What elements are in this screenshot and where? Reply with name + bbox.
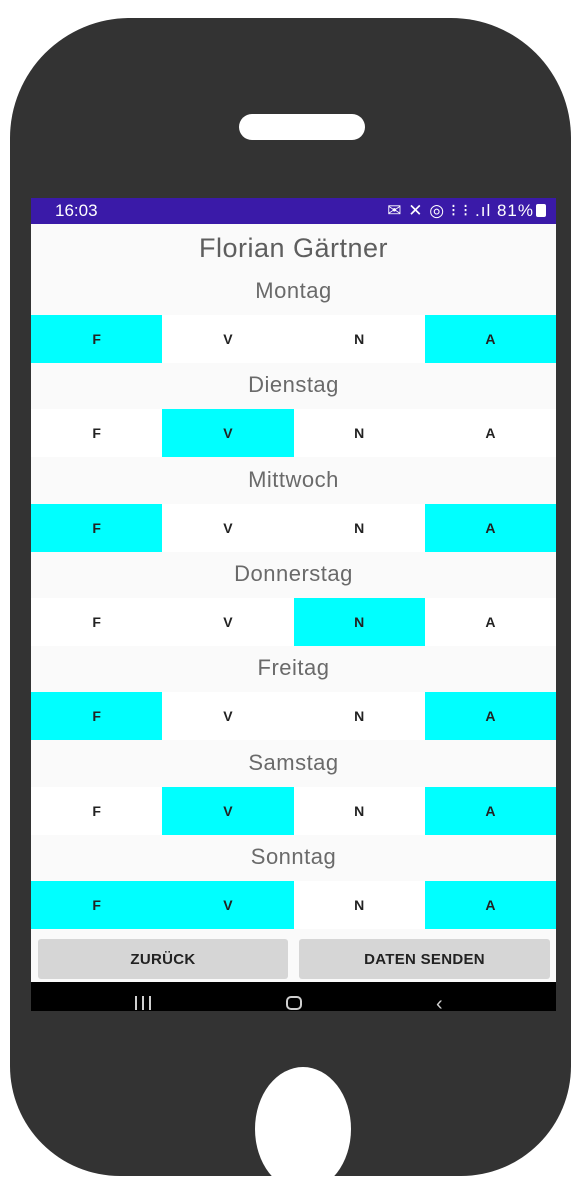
day-block-mittwoch: Mittwoch F V N A (31, 457, 556, 552)
shift-toggle-a[interactable]: A (424, 503, 556, 552)
shift-toggle-v[interactable]: V (162, 786, 294, 835)
day-block-freitag: Freitag F V N A (31, 645, 556, 741)
phone-home-button[interactable] (255, 1067, 351, 1191)
day-name: Mittwoch (248, 466, 339, 492)
shift-toggle-n[interactable]: N (293, 409, 425, 458)
shift-toggle-f[interactable]: F (31, 786, 163, 835)
home-icon[interactable] (286, 996, 302, 1010)
status-indicator-icons: ✉ ✕ ◎ ⁝ ⁝ .ıl (387, 201, 492, 220)
day-block-montag: Montag F V N A (31, 268, 556, 363)
shift-toggle-a[interactable]: A (424, 597, 556, 646)
shift-row: FVNA (31, 315, 556, 363)
day-name: Montag (255, 278, 332, 303)
shift-row: FVNA (31, 692, 556, 741)
day-block-samstag: Samstag F V N A (31, 740, 556, 835)
shift-toggle-f[interactable]: F (31, 315, 163, 363)
shift-toggle-f[interactable]: F (31, 692, 163, 741)
day-block-sonntag: Sonntag F V N A (31, 834, 556, 929)
shift-toggle-v[interactable]: V (162, 692, 294, 741)
shift-toggle-f[interactable]: F (31, 880, 163, 929)
back-icon[interactable]: ‹ (436, 993, 443, 1011)
status-icons: ✉ ✕ ◎ ⁝ ⁝ .ıl 81% (387, 201, 546, 221)
employee-name-title: Florian Gärtner (198, 233, 389, 263)
day-name: Samstag (248, 749, 339, 775)
battery-icon (536, 204, 546, 217)
shift-row: FVNA (31, 597, 556, 646)
shift-toggle-a[interactable]: A (424, 880, 556, 929)
shift-toggle-v[interactable]: V (162, 503, 294, 552)
app-screen: 16:03 ✉ ✕ ◎ ⁝ ⁝ .ıl 81% Florian Gärtner … (31, 198, 556, 1011)
shift-toggle-n[interactable]: N (293, 503, 425, 552)
day-name: Donnerstag (234, 560, 353, 586)
shift-toggle-f[interactable]: F (31, 597, 163, 646)
shift-toggle-a[interactable]: A (424, 409, 556, 458)
shift-toggle-v[interactable]: V (162, 880, 294, 929)
shift-toggle-a[interactable]: A (424, 786, 556, 835)
shift-row: FVNA (31, 503, 556, 552)
day-name: Sonntag (250, 843, 337, 869)
day-block-dienstag: Dienstag F V N A (31, 362, 556, 458)
shift-toggle-a[interactable]: A (424, 315, 556, 363)
back-button[interactable]: ZURÜCK (38, 939, 288, 979)
shift-toggle-n[interactable]: N (293, 692, 425, 741)
shift-toggle-n[interactable]: N (293, 315, 425, 363)
day-name: Dienstag (248, 372, 339, 398)
day-name: Freitag (257, 655, 330, 681)
status-time: 16:03 (55, 201, 98, 220)
shift-toggle-a[interactable]: A (424, 692, 556, 741)
phone-speaker (239, 114, 365, 140)
shift-toggle-f[interactable]: F (31, 409, 163, 458)
shift-toggle-n[interactable]: N (293, 597, 425, 646)
recents-icon[interactable] (135, 996, 151, 1010)
shift-toggle-v[interactable]: V (162, 597, 294, 646)
shift-row: FVNA (31, 409, 556, 458)
shift-toggle-f[interactable]: F (31, 503, 163, 552)
battery-percent: 81% (496, 201, 534, 220)
system-nav-bar: ‹ (31, 982, 556, 1011)
shift-toggle-v[interactable]: V (162, 315, 294, 363)
shift-toggle-v[interactable]: V (162, 409, 294, 458)
send-data-button[interactable]: DATEN SENDEN (299, 939, 550, 979)
shift-toggle-n[interactable]: N (293, 786, 425, 835)
shift-toggle-n[interactable]: N (293, 880, 425, 929)
status-bar: 16:03 ✉ ✕ ◎ ⁝ ⁝ .ıl 81% (31, 198, 556, 224)
shift-row: FVNA (31, 880, 556, 929)
day-block-donnerstag: Donnerstag F V N A (31, 551, 556, 646)
shift-row: FVNA (31, 786, 556, 835)
